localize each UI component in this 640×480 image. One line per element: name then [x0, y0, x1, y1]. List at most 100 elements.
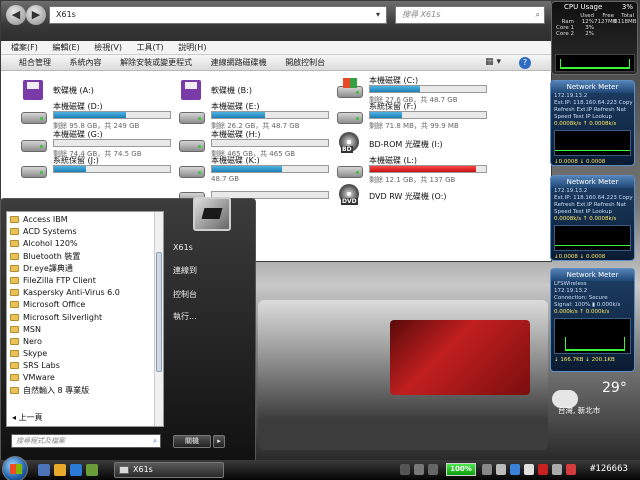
network-graph-line [555, 245, 630, 246]
explorer-search-input[interactable]: 搜尋 X61s ⌕ [395, 6, 545, 24]
network-refresh-links[interactable]: Refresh Ext.IP Refresh Nat [551, 107, 634, 114]
firefox-icon[interactable] [54, 464, 66, 476]
shutdown-options-arrow[interactable]: ▸ [213, 435, 225, 448]
program-list-scrollbar[interactable] [154, 212, 163, 426]
start-search-input[interactable]: 搜尋程式及檔案 ⌕ [11, 434, 161, 448]
program-folder-item[interactable]: Microsoft Office [7, 299, 155, 311]
menu-edit[interactable]: 編輯(E) [52, 41, 79, 55]
scrollbar-thumb[interactable] [156, 252, 162, 372]
network-meter-gadget-2[interactable]: Network Meter 172.19.13.2 Ext.IP: 118.16… [550, 175, 635, 261]
program-folder-item[interactable]: VMware [7, 372, 155, 384]
ie-icon[interactable] [70, 464, 82, 476]
program-folder-item[interactable]: Access IBM [7, 214, 155, 226]
menu-tools[interactable]: 工具(T) [137, 41, 164, 55]
program-folder-item[interactable]: Kaspersky Anti-Virus 6.0 [7, 287, 155, 299]
menu-help[interactable]: 說明(H) [178, 41, 206, 55]
back-arrow-icon[interactable]: ◀ [6, 5, 26, 25]
tray-expand-icon[interactable] [428, 464, 438, 475]
organize-button[interactable]: 組合管理 [19, 55, 51, 71]
program-folder-item[interactable]: Microsoft Silverlight [7, 312, 155, 324]
start-button[interactable] [2, 456, 28, 480]
watermark-text: #126663 [590, 464, 628, 474]
drive-item[interactable]: DVD DVD RW 光碟機 (O:) [335, 181, 495, 211]
network-meter-gadget-3[interactable]: Network Meter LFSWireless 172.19.13.2 Co… [550, 268, 635, 372]
menu-file[interactable]: 檔案(F) [11, 41, 38, 55]
program-folder-item[interactable]: Alcohol 120% [7, 238, 155, 250]
alert-icon[interactable] [566, 464, 576, 475]
address-bar[interactable]: X61s ▾ [49, 6, 387, 24]
program-folder-item[interactable]: SRS Labs [7, 360, 155, 372]
switch-windows-icon[interactable] [86, 464, 98, 476]
cpu-usage-gadget[interactable]: CPU Usage 3% Used Free Total Ram 12%7127MB8… [551, 1, 638, 75]
program-folder-item[interactable]: ACD Systems [7, 226, 155, 238]
hard-drive-icon [19, 158, 49, 180]
weather-gadget[interactable]: 29° 台灣, 新北市 [550, 380, 636, 428]
taskbar-explorer-button[interactable]: X61s [114, 462, 224, 478]
program-folder-label: Kaspersky Anti-Virus 6.0 [23, 288, 120, 298]
power-plug-icon[interactable] [482, 464, 492, 475]
open-control-panel-button[interactable]: 開啟控制台 [285, 55, 325, 71]
program-folder-item[interactable]: Dr.eye譯典通 [7, 263, 155, 275]
program-folder-item[interactable]: FileZilla FTP Client [7, 275, 155, 287]
network-icon[interactable] [496, 464, 506, 475]
system-properties-button[interactable]: 系統內容 [70, 55, 102, 71]
drive-name: 軟碟機 (B:) [211, 86, 252, 95]
program-folder-label: Microsoft Silverlight [23, 312, 103, 322]
search-icon[interactable]: ⌕ [153, 435, 157, 447]
shutdown-button[interactable]: 關機 [173, 435, 211, 448]
program-folder-item[interactable]: Bluetooth 裝置 [7, 251, 155, 263]
network-meter-gadget-1[interactable]: Network Meter 172.19.13.2 Ext.IP: 118.16… [550, 80, 635, 166]
hard-drive-icon [335, 158, 365, 180]
drive-item[interactable]: 本機磁碟 (E:) 剩餘 26.2 GB，共 48.7 GB [177, 101, 337, 131]
cpu-stats: Used Free Total Ram 12%7127MB8118MB Core 13… [554, 13, 637, 37]
back-button[interactable]: ◂ 上一頁 [12, 412, 43, 423]
start-item-connect-to[interactable]: 連線到 [173, 265, 197, 276]
network-graph [554, 225, 631, 251]
windows-drive-icon [335, 78, 365, 100]
drive-usage-fill [54, 112, 126, 118]
map-network-drive-button[interactable]: 連線網路磁碟機 [211, 55, 267, 71]
language-icon[interactable] [414, 464, 424, 475]
folder-icon [10, 325, 19, 333]
network-ext-ip[interactable]: Ext.IP: 118.160.64.223 Copy [551, 195, 634, 202]
network-ext-ip[interactable]: Ext.IP: 118.160.64.223 Copy [551, 100, 634, 107]
menu-view[interactable]: 檢視(V) [94, 41, 122, 55]
network-graph [554, 318, 631, 354]
network-graph [554, 130, 631, 156]
program-folder-item[interactable]: Skype [7, 348, 155, 360]
folder-icon [10, 289, 19, 297]
show-desktop-icon[interactable] [38, 464, 50, 476]
network-speed-test-link[interactable]: Speed Test IP Lookup [551, 114, 634, 121]
antivirus-icon[interactable] [538, 464, 548, 475]
cpu-row-total: 8118MB [614, 19, 637, 25]
usb-icon[interactable] [524, 464, 534, 475]
drive-name: 軟碟機 (A:) [53, 86, 94, 95]
help-icon[interactable]: ? [519, 57, 531, 69]
network-speed-test-link[interactable]: Speed Test IP Lookup [551, 209, 634, 216]
uninstall-program-button[interactable]: 解除安裝或變更程式 [120, 55, 192, 71]
start-item-run[interactable]: 執行... [173, 311, 197, 322]
bluetooth-icon[interactable] [510, 464, 520, 475]
drive-item[interactable]: 本機磁碟 (D:) 剩餘 95.8 GB，共 249 GB [19, 101, 179, 131]
program-folder-item[interactable]: Nero [7, 336, 155, 348]
keyboard-icon[interactable] [400, 464, 410, 475]
start-item-user-folder[interactable]: X61s [173, 243, 193, 252]
program-folder-item[interactable]: 自然輸入 8 專業版 [7, 385, 155, 397]
drive-item[interactable]: 系統保留 (F:) 剩餘 71.8 MB，共 99.9 MB [335, 101, 495, 131]
network-refresh-links[interactable]: Refresh Ext.IP Refresh Nat [551, 202, 634, 209]
forward-arrow-icon[interactable]: ▶ [26, 5, 46, 25]
program-folder-item[interactable]: MSN [7, 324, 155, 336]
search-icon[interactable]: ⌕ [536, 7, 540, 23]
user-picture[interactable] [193, 197, 231, 231]
computer-icon [119, 466, 129, 474]
start-item-control-panel[interactable]: 控制台 [173, 289, 197, 300]
volume-icon[interactable] [552, 464, 562, 475]
wallpaper-taillight [390, 320, 530, 395]
chevron-down-icon[interactable]: ▾ [376, 7, 380, 23]
drive-usage-fill [370, 86, 420, 92]
drive-item[interactable]: 系統保留 (J:) [19, 155, 179, 185]
battery-indicator[interactable]: 100% [446, 463, 476, 476]
cpu-row-label: Core 2 [556, 31, 574, 37]
view-options-icon[interactable]: ▦ ▾ [485, 57, 501, 67]
network-graph-line [565, 337, 625, 351]
